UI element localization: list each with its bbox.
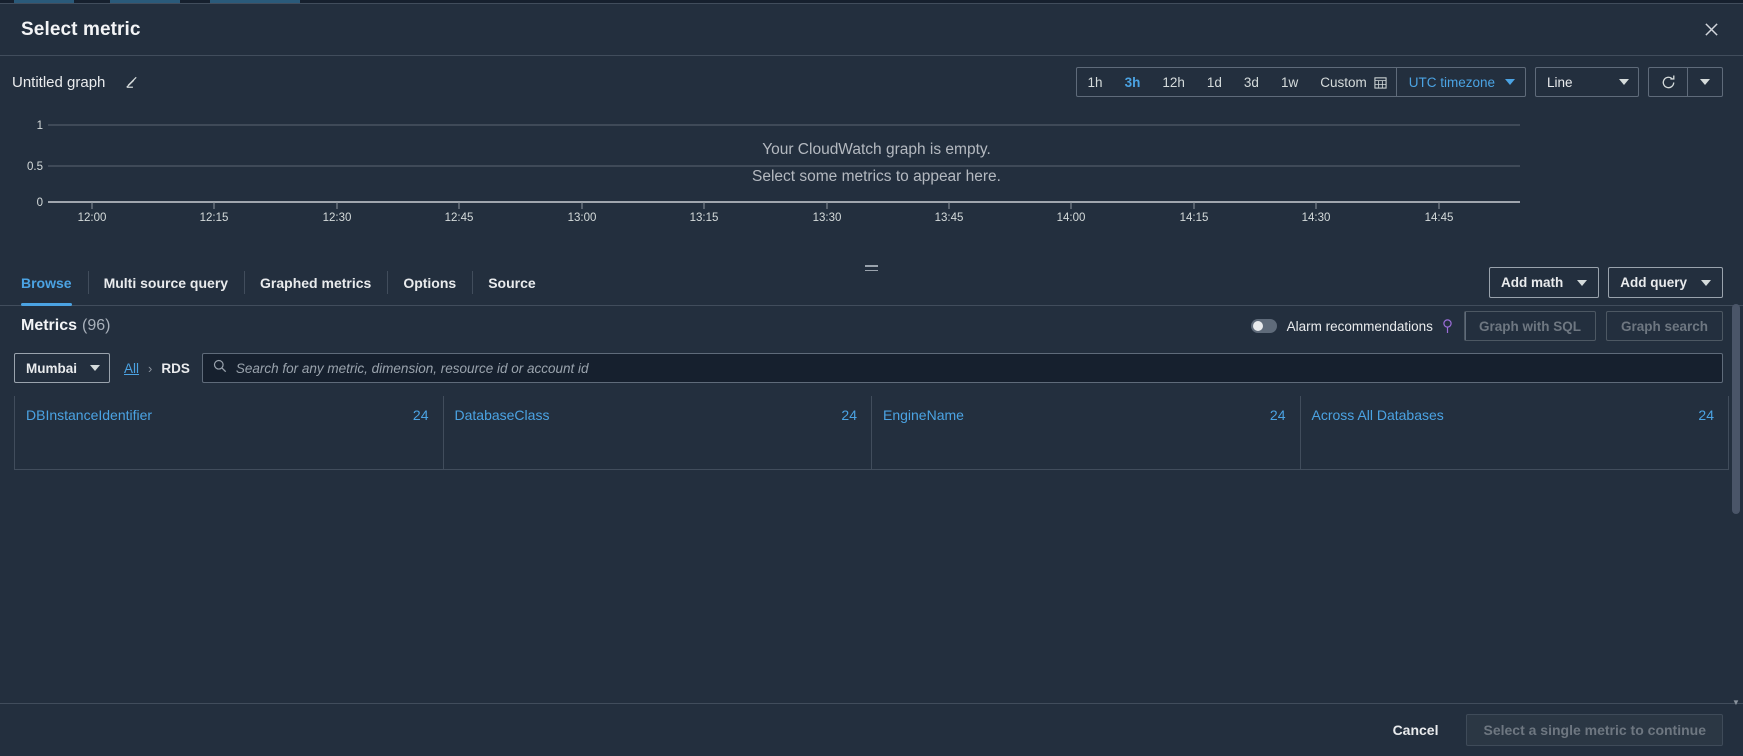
svg-text:13:45: 13:45 [935,212,964,224]
alarm-recommendations-label: Alarm recommendations [1286,318,1433,334]
dimension-card-label: DBInstanceIdentifier [26,407,153,423]
svg-text:14:45: 14:45 [1425,212,1454,224]
metrics-title: Metrics [21,317,78,334]
breadcrumb-all[interactable]: All [124,361,139,376]
breadcrumb-rds: RDS [161,360,190,376]
timezone-label: UTC timezone [1408,74,1495,90]
scrollbar-thumb[interactable] [1732,304,1740,514]
dimension-card-label: DatabaseClass [454,407,550,423]
svg-text:12:15: 12:15 [200,212,229,224]
graph-title: Untitled graph [12,73,106,91]
search-icon [213,359,227,378]
graph-with-sql-button[interactable]: Graph with SQL [1463,311,1596,341]
refresh-group [1648,67,1723,97]
confirm-button[interactable]: Select a single metric to continue [1466,714,1723,746]
svg-text:0: 0 [37,197,43,209]
svg-text:13:15: 13:15 [690,212,719,224]
svg-text:12:30: 12:30 [323,212,352,224]
add-query-button[interactable]: Add query [1608,267,1723,298]
search-input[interactable] [235,360,1712,376]
dialog-footer: Cancel Select a single metric to continu… [0,703,1743,756]
metrics-count: (96) [82,317,111,334]
results-empty-area [0,470,1743,703]
chevron-down-icon [1505,79,1515,85]
range-3d[interactable]: 3d [1233,68,1270,96]
tab-graphed-metrics[interactable]: Graphed metrics [244,260,387,305]
dimension-card-databaseclass[interactable]: DatabaseClass 24 [442,396,871,470]
dialog-title: Select metric [21,18,141,40]
add-query-label: Add query [1620,275,1687,290]
svg-text:13:30: 13:30 [813,212,842,224]
metrics-header: Metrics (96) Alarm recommendations Graph… [0,306,1743,346]
panel-resize-handle[interactable] [861,262,883,274]
tab-browse[interactable]: Browse [0,260,88,306]
dimension-card-list: DBInstanceIdentifier 24 DatabaseClass 24… [0,396,1743,470]
alarm-recommendations-toggle[interactable] [1250,319,1277,333]
header-divider [1465,312,1466,340]
svg-text:1: 1 [37,120,43,132]
dimension-card-across-all-databases[interactable]: Across All Databases 24 [1299,396,1729,470]
calendar-icon [1374,76,1387,89]
toolbar-controls: 1h 3h 12h 1d 3d 1w Custom UTC timezone L… [1075,67,1723,97]
breadcrumb: All › RDS [124,361,190,376]
time-range-selector: 1h 3h 12h 1d 3d 1w Custom UTC timezone [1075,67,1526,97]
add-math-button[interactable]: Add math [1488,267,1600,298]
dimension-card-count: 24 [1269,407,1286,423]
refresh-icon[interactable] [1649,68,1687,96]
chart-type-label: Line [1547,74,1573,90]
tab-multi-source-query[interactable]: Multi source query [87,260,244,305]
dimension-card-count: 24 [412,407,429,423]
dimension-card-label: Across All Databases [1311,407,1444,423]
pencil-icon[interactable] [117,68,145,96]
dimension-card-label: EngineName [883,407,964,423]
metric-search-row: Mumbai All › RDS [0,346,1743,390]
dimension-card-count: 24 [841,407,857,423]
graph-search-button[interactable]: Graph search [1605,311,1723,341]
range-1d[interactable]: 1d [1196,68,1233,96]
dimension-card-count: 24 [1698,407,1714,423]
cancel-button[interactable]: Cancel [1383,716,1449,744]
region-dropdown[interactable]: Mumbai [14,353,110,383]
chevron-down-icon [1577,279,1588,286]
custom-range-button[interactable]: Custom [1309,68,1396,96]
svg-text:12:00: 12:00 [78,212,107,224]
tab-source[interactable]: Source [472,260,551,305]
close-icon[interactable] [1695,14,1727,46]
graph-toolbar: Untitled graph 1h 3h 12h 1d 3d 1w Custom [0,56,1743,108]
region-label: Mumbai [26,360,78,376]
dimension-card-enginename[interactable]: EngineName 24 [871,396,1300,470]
chart-type-dropdown[interactable]: Line [1535,67,1639,97]
chevron-down-icon [90,365,100,371]
chevron-down-icon [1701,279,1711,286]
info-icon[interactable] [1441,318,1454,334]
svg-text:14:15: 14:15 [1180,212,1209,224]
custom-range-label: Custom [1320,74,1367,90]
svg-text:14:00: 14:00 [1057,212,1086,224]
search-box[interactable] [201,353,1723,383]
range-1h[interactable]: 1h [1077,68,1114,96]
dialog-titlebar: Select metric [0,4,1743,56]
tab-options[interactable]: Options [387,260,472,305]
range-1w[interactable]: 1w [1270,68,1309,96]
timezone-dropdown[interactable]: UTC timezone [1397,68,1525,96]
breadcrumb-separator-icon: › [148,360,153,376]
range-3h[interactable]: 3h [1114,68,1152,96]
svg-text:12:45: 12:45 [445,212,474,224]
range-12h[interactable]: 12h [1151,68,1196,96]
chevron-down-icon [1619,79,1629,85]
add-math-label: Add math [1500,275,1564,290]
select-metric-dialog: Select metric Untitled graph 1h 3h 12h 1… [0,3,1743,756]
content-scrollbar[interactable]: ▼ [1731,304,1741,708]
refresh-options-chevron-down-icon[interactable] [1688,68,1722,96]
empty-chart: 1 0.5 0 12:00 12:15 12:30 12:45 13:00 13… [27,120,1520,224]
graph-canvas: 1 0.5 0 12:00 12:15 12:30 12:45 13:00 13… [0,108,1743,260]
svg-text:14:30: 14:30 [1302,212,1331,224]
svg-text:13:00: 13:00 [568,212,597,224]
dimension-card-dbinstanceidentifier[interactable]: DBInstanceIdentifier 24 [14,396,443,470]
scroll-down-icon[interactable]: ▼ [1731,696,1741,708]
svg-text:0.5: 0.5 [27,161,43,173]
